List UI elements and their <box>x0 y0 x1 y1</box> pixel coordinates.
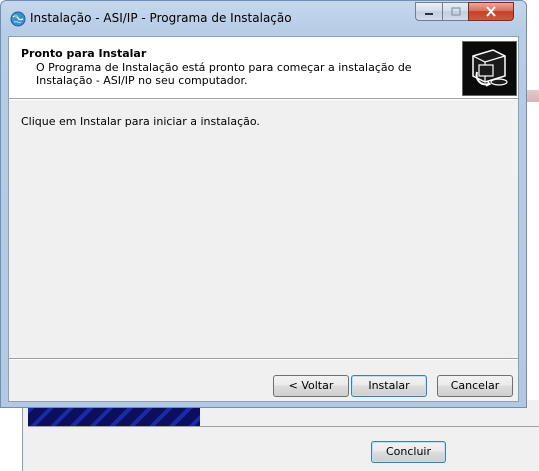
window-title: Instalação - ASI/IP - Programa de Instal… <box>30 11 292 25</box>
setup-window: Instalação - ASI/IP - Programa de Instal… <box>0 0 527 408</box>
footer-divider <box>9 358 518 360</box>
header-divider <box>9 98 518 100</box>
close-button[interactable] <box>468 2 514 21</box>
instruction-text: Clique em Instalar para iniciar a instal… <box>21 115 260 128</box>
install-button[interactable]: Instalar <box>351 375 427 397</box>
back-button[interactable]: < Voltar <box>273 375 349 397</box>
concluir-button[interactable]: Concluir <box>371 441 446 463</box>
computer-install-icon <box>462 41 517 96</box>
minimize-icon <box>425 12 433 15</box>
maximize-button[interactable] <box>442 2 468 21</box>
caption-buttons <box>415 2 514 21</box>
minimize-button[interactable] <box>415 2 442 21</box>
title-bar[interactable]: Instalação - ASI/IP - Programa de Instal… <box>1 1 526 33</box>
close-icon <box>486 6 496 17</box>
wizard-client-area: Pronto para Instalar O Programa de Insta… <box>8 36 519 402</box>
globe-icon <box>10 11 26 27</box>
maximize-icon <box>450 6 461 16</box>
page-title: Pronto para Instalar <box>21 47 147 60</box>
cancel-button[interactable]: Cancelar <box>437 375 513 397</box>
page-subtitle: O Programa de Instalação está pronto par… <box>36 61 412 87</box>
background-divider <box>28 426 539 427</box>
wizard-header: Pronto para Instalar O Programa de Insta… <box>9 37 518 98</box>
